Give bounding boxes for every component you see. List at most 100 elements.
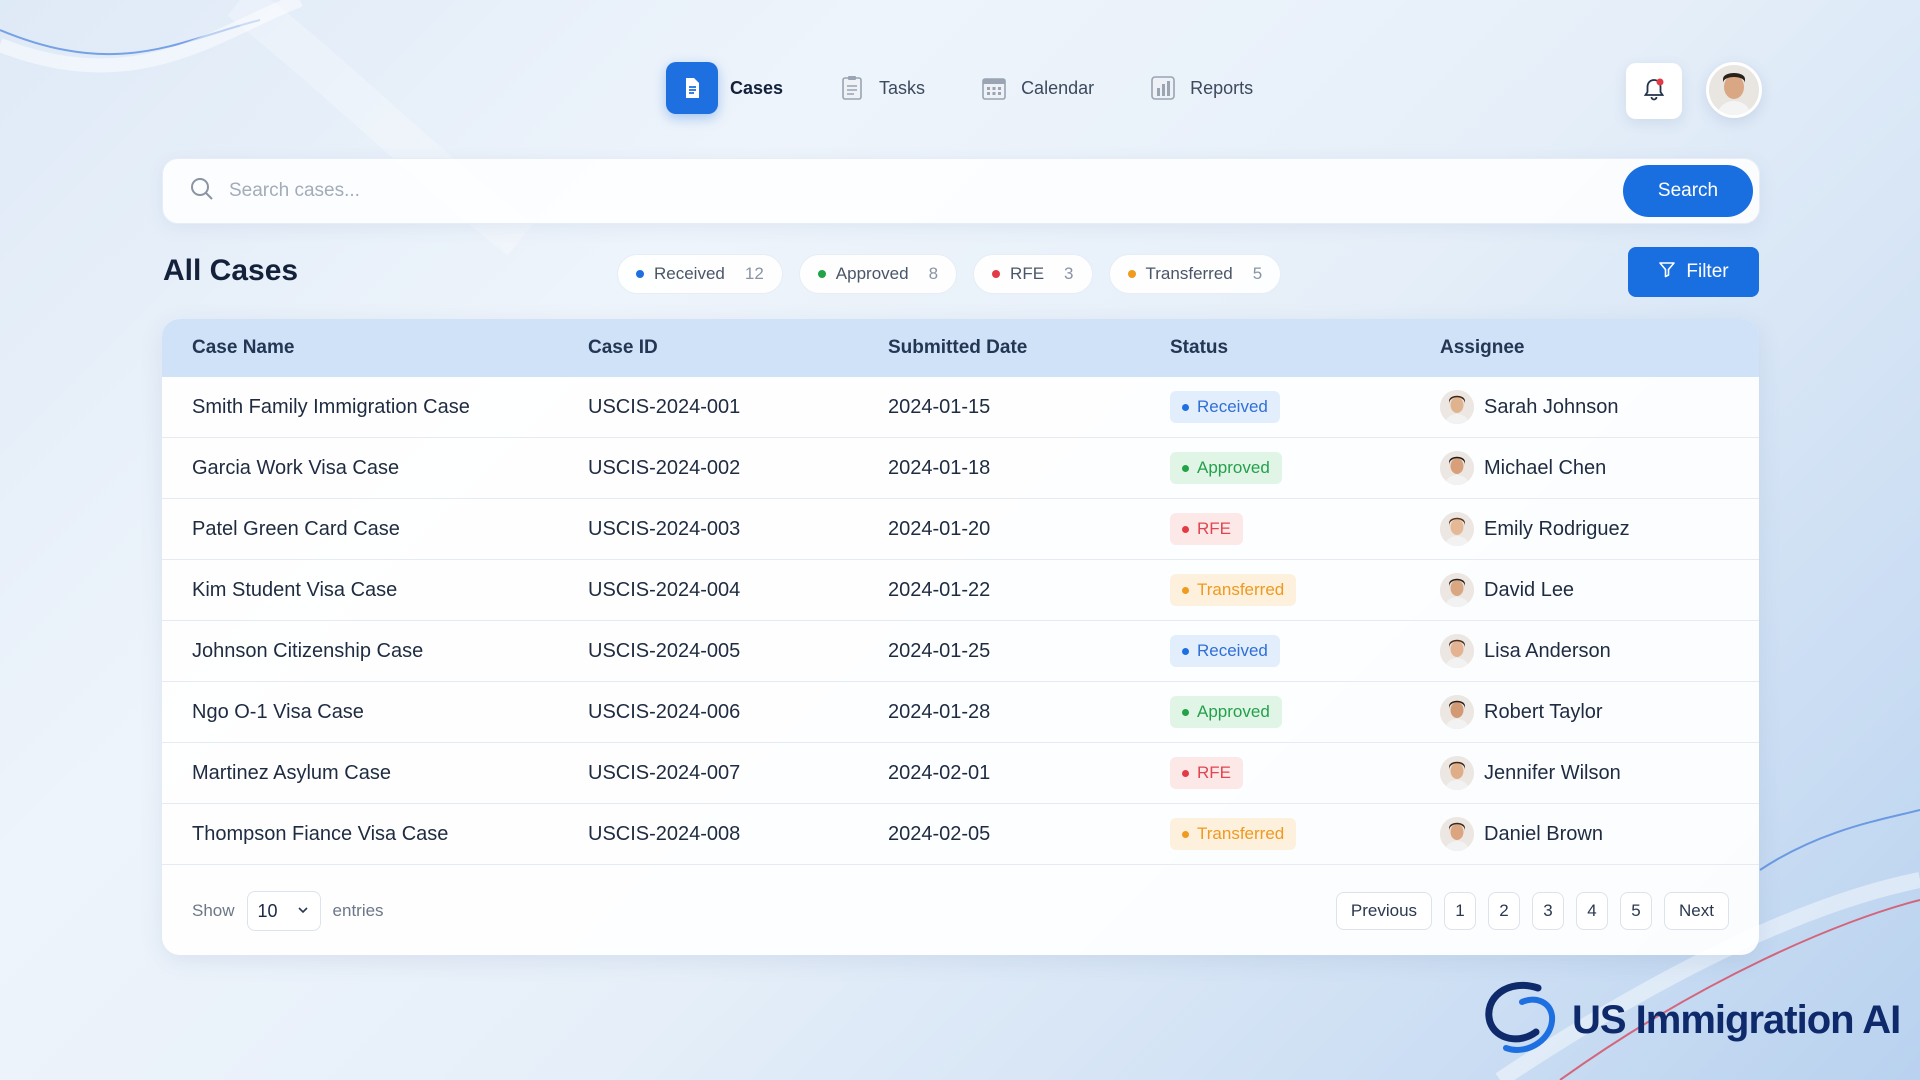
column-header[interactable]: Submitted Date (888, 337, 1170, 359)
assignee-cell: David Lee (1440, 573, 1759, 607)
status-badge: RFE (1170, 757, 1243, 789)
column-header[interactable]: Case ID (588, 337, 888, 359)
status-dot (1182, 769, 1189, 777)
status-cell: RFE (1170, 757, 1440, 789)
column-header[interactable]: Status (1170, 337, 1440, 359)
nav-tasks[interactable]: Tasks (837, 73, 925, 103)
nav-label: Tasks (879, 77, 926, 98)
cases-table: Case Name Case ID Submitted Date Status … (162, 319, 1759, 955)
page-button[interactable]: 3 (1532, 892, 1565, 930)
assignee-name: Emily Rodriguez (1484, 517, 1630, 540)
table-row[interactable]: Patel Green Card Case USCIS-2024-003 202… (162, 499, 1759, 560)
document-icon (666, 62, 718, 114)
case-id: USCIS-2024-001 (588, 395, 741, 418)
assignee-cell: Robert Taylor (1440, 695, 1759, 729)
filter-button[interactable]: Filter (1628, 247, 1759, 297)
table-header: Case Name Case ID Submitted Date Status … (162, 319, 1759, 377)
show-label: Show (192, 901, 235, 920)
case-id: USCIS-2024-004 (588, 578, 741, 601)
case-name: Garcia Work Visa Case (192, 456, 400, 479)
status-label: RFE (1197, 763, 1231, 782)
brand-name: US Immigration AI (1572, 998, 1901, 1042)
case-id: USCIS-2024-007 (588, 761, 741, 784)
chip-approved[interactable]: Approved 8 (798, 254, 958, 294)
case-id: USCIS-2024-006 (588, 700, 741, 723)
status-label: Transferred (1197, 580, 1285, 599)
chip-received[interactable]: Received 12 (617, 254, 783, 294)
nav-reports[interactable]: Reports (1148, 73, 1253, 103)
search-button[interactable]: Search (1623, 165, 1753, 217)
assignee-name: Daniel Brown (1484, 822, 1603, 845)
status-label: Approved (1197, 458, 1270, 477)
submitted-date: 2024-02-01 (888, 761, 991, 784)
swirl-logo-icon (1478, 978, 1564, 1063)
entries-select[interactable]: 10 (246, 891, 321, 931)
assignee-name: Jennifer Wilson (1484, 761, 1621, 784)
status-badge: Received (1170, 391, 1280, 423)
top-navigation: Cases Tasks Calendar Reports (666, 62, 1253, 114)
chevron-down-icon (296, 901, 310, 922)
assignee-cell: Daniel Brown (1440, 817, 1759, 851)
table-row[interactable]: Ngo O-1 Visa Case USCIS-2024-006 2024-01… (162, 682, 1759, 743)
assignee-avatar (1440, 695, 1474, 729)
table-footer: Show 10 entries Previous 1 2 3 4 5 Next (162, 867, 1759, 955)
notifications-button[interactable] (1626, 63, 1682, 119)
page-button[interactable]: 5 (1620, 892, 1653, 930)
previous-button[interactable]: Previous (1335, 892, 1433, 930)
status-dot (1127, 270, 1136, 278)
assignee-cell: Lisa Anderson (1440, 634, 1759, 668)
chip-count: 12 (744, 264, 764, 283)
search-icon (189, 176, 215, 207)
nav-label: Calendar (1021, 77, 1095, 98)
status-dot (1182, 525, 1189, 533)
case-name: Ngo O-1 Visa Case (192, 700, 364, 723)
submitted-date: 2024-01-28 (888, 700, 991, 723)
assignee-name: Robert Taylor (1484, 700, 1603, 723)
case-id: USCIS-2024-003 (588, 517, 741, 540)
status-label: Received (1197, 397, 1268, 416)
search-input[interactable] (229, 180, 1623, 202)
assignee-cell: Michael Chen (1440, 451, 1759, 485)
nav-label: Cases (730, 77, 784, 98)
table-row[interactable]: Martinez Asylum Case USCIS-2024-007 2024… (162, 743, 1759, 804)
submitted-date: 2024-02-05 (888, 822, 991, 845)
status-cell: Transferred (1170, 818, 1440, 850)
chip-rfe[interactable]: RFE 3 (973, 254, 1093, 294)
assignee-name: David Lee (1484, 578, 1575, 601)
nav-calendar[interactable]: Calendar (979, 73, 1094, 103)
entries-value: 10 (257, 900, 278, 921)
table-row[interactable]: Johnson Citizenship Case USCIS-2024-005 … (162, 621, 1759, 682)
case-name: Patel Green Card Case (192, 517, 400, 540)
table-row[interactable]: Thompson Fiance Visa Case USCIS-2024-008… (162, 804, 1759, 865)
table-row[interactable]: Smith Family Immigration Case USCIS-2024… (162, 377, 1759, 438)
status-badge: Approved (1170, 696, 1282, 728)
chip-transferred[interactable]: Transferred 5 (1108, 254, 1282, 294)
chip-label: Received (654, 264, 725, 283)
assignee-avatar (1440, 756, 1474, 790)
page-button[interactable]: 4 (1576, 892, 1609, 930)
next-button[interactable]: Next (1664, 892, 1729, 930)
table-row[interactable]: Garcia Work Visa Case USCIS-2024-002 202… (162, 438, 1759, 499)
bell-icon (1641, 76, 1667, 107)
submitted-date: 2024-01-22 (888, 578, 991, 601)
assignee-cell: Sarah Johnson (1440, 390, 1759, 424)
chip-label: Transferred (1145, 264, 1233, 283)
user-avatar[interactable] (1706, 62, 1762, 118)
nav-cases[interactable]: Cases (666, 62, 783, 114)
column-header[interactable]: Case Name (162, 337, 588, 359)
page-button[interactable]: 1 (1444, 892, 1477, 930)
page-button[interactable]: 2 (1488, 892, 1521, 930)
column-header[interactable]: Assignee (1440, 337, 1759, 359)
bar-chart-icon (1148, 73, 1178, 103)
filter-label: Filter (1686, 261, 1729, 282)
chip-count: 3 (1064, 264, 1074, 283)
case-name: Johnson Citizenship Case (192, 639, 424, 662)
case-name: Thompson Fiance Visa Case (192, 822, 449, 845)
status-dot (1182, 586, 1189, 594)
case-id: USCIS-2024-005 (588, 639, 741, 662)
table-row[interactable]: Kim Student Visa Case USCIS-2024-004 202… (162, 560, 1759, 621)
page-title: All Cases (163, 254, 299, 287)
submitted-date: 2024-01-20 (888, 517, 991, 540)
status-cell: Approved (1170, 696, 1440, 728)
search-bar: Search (162, 158, 1760, 224)
